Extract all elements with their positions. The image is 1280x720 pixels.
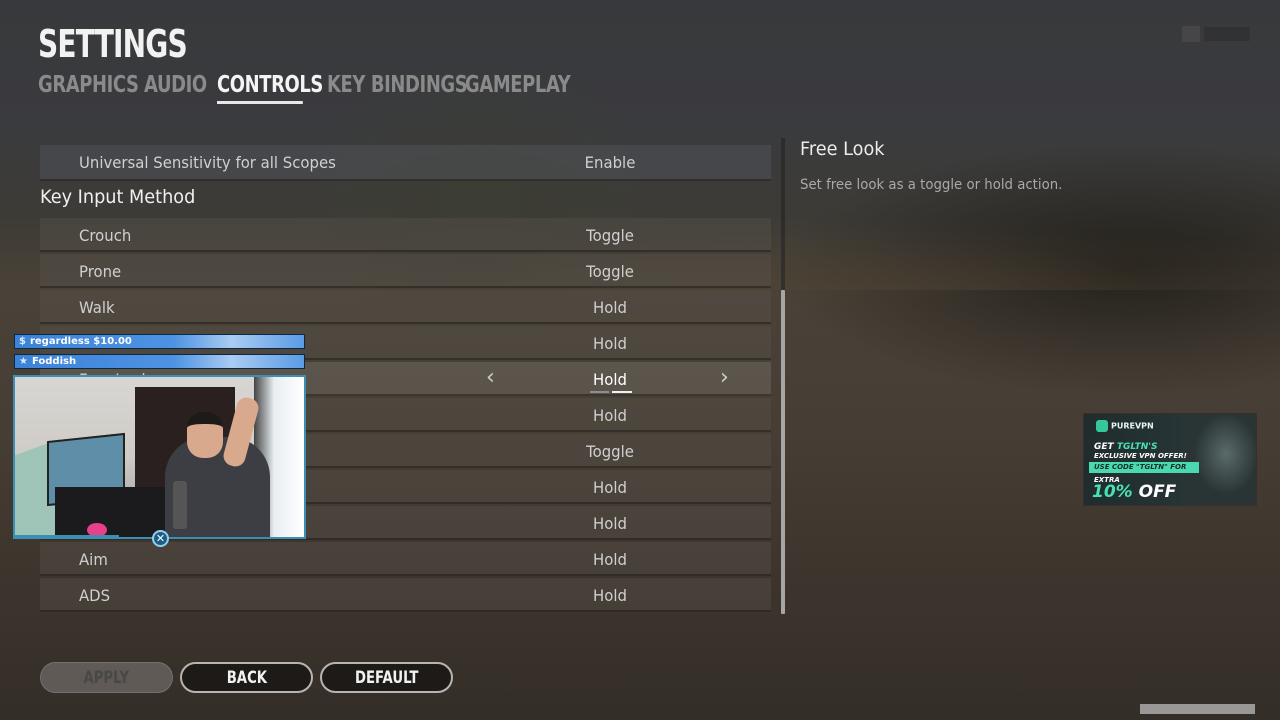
row-value: Hold [593,586,627,605]
settings-row-universal-sensitivity[interactable]: Universal Sensitivity for all Scopes Ena… [40,145,771,181]
option-indicator-hold [612,391,632,393]
row-label: Walk [79,298,115,317]
row-value: Hold [593,370,627,389]
apply-label: APPLY [83,667,130,688]
ad-subheadline: EXCLUSIVE VPN OFFER! [1094,452,1187,460]
row-value: Hold [593,334,627,353]
back-button[interactable]: BACK [180,662,313,693]
webcam-overlay [13,375,306,539]
apply-button[interactable]: APPLY [40,662,173,693]
ad-brand: PUREVPN [1096,420,1154,432]
webcam-progress-bar [15,535,119,537]
streamer-logo-icon: ✕ [152,530,169,547]
row-label: Crouch [79,226,132,245]
default-label: DEFAULT [354,667,419,688]
row-value: Hold [593,298,627,317]
donation-alert: $ regardless $10.00 [14,334,305,349]
row-value: Hold [593,406,627,425]
corner-badge [1178,22,1256,46]
back-label: BACK [226,667,267,688]
ad-headline: GET TGLTN'S [1094,442,1158,452]
webcam-streamer-head [187,412,223,458]
bottom-progress-bar [1140,704,1255,714]
row-label: Universal Sensitivity for all Scopes [79,153,336,172]
row-value: Hold [593,514,627,533]
alert-text: Foddish [31,356,77,367]
microphone-icon [173,481,187,529]
ad-headline-prefix: GET [1094,442,1117,452]
settings-row-crouch[interactable]: Crouch Toggle [40,218,771,252]
row-value: Toggle [586,442,634,461]
default-button[interactable]: DEFAULT [320,662,453,693]
ad-code-banner: USE CODE "TGLTN" FOR [1089,462,1199,473]
dollar-icon: $ [19,336,26,347]
follower-alert: ★ Foddish [14,354,305,369]
row-label: ADS [79,586,111,605]
section-title-key-input-method: Key Input Method [40,186,196,208]
chevron-right-icon[interactable]: › [720,365,729,390]
row-value: Hold [593,550,627,569]
chevron-left-icon[interactable]: ‹ [486,365,495,390]
row-label: Prone [79,262,122,281]
ad-soldier-image [1186,414,1256,505]
settings-row-ads[interactable]: ADS Hold [40,578,771,612]
row-value: Enable [584,153,636,172]
star-icon: ★ [19,356,28,367]
settings-row-prone[interactable]: Prone Toggle [40,254,771,288]
scrollbar-thumb[interactable] [781,290,785,614]
ad-discount: 10% OFF [1092,482,1176,502]
page-title: SETTINGS [38,22,188,66]
row-value: Toggle [586,262,634,281]
description-text: Set free look as a toggle or hold action… [800,177,1063,193]
ad-headline-highlight: TGLTN'S [1116,442,1158,452]
tab-graphics[interactable]: GRAPHICS [38,72,139,98]
tab-controls[interactable]: CONTROLS [217,72,323,104]
tab-bar: GRAPHICS AUDIO CONTROLS KEY BINDINGS GAM… [38,72,575,104]
row-label: Aim [79,550,108,569]
tab-audio[interactable]: AUDIO [144,72,207,98]
sponsor-ad[interactable]: PUREVPN GET TGLTN'S EXCLUSIVE VPN OFFER!… [1083,413,1257,506]
ad-discount-suffix: OFF [1132,482,1177,502]
settings-row-walk[interactable]: Walk Hold [40,290,771,324]
row-value: Toggle [586,226,634,245]
ad-brand-name: PUREVPN [1111,421,1154,431]
shield-icon [1096,420,1108,432]
option-indicator-toggle [590,391,609,393]
ad-discount-percent: 10% [1092,482,1133,502]
alert-text: regardless $10.00 [29,336,132,347]
badge-icon [1182,26,1200,42]
badge-text-blurred [1204,27,1250,41]
tab-gameplay[interactable]: GAMEPLAY [465,72,571,98]
row-value: Hold [593,478,627,497]
description-title: Free Look [800,138,885,160]
tab-key-bindings[interactable]: KEY BINDINGS [327,72,468,98]
settings-row-aim[interactable]: Aim Hold [40,542,771,576]
